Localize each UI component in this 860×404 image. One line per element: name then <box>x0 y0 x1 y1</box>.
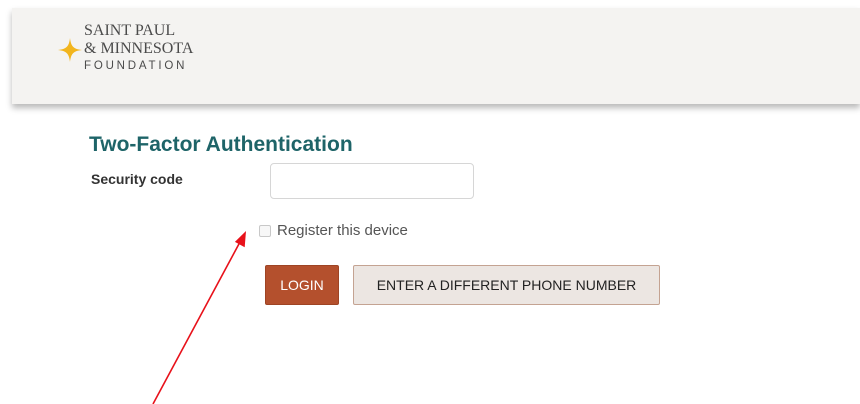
login-button[interactable]: LOGIN <box>265 265 339 305</box>
page: SAINT PAUL & MINNESOTA FOUNDATION Two-Fa… <box>0 0 860 404</box>
page-title: Two-Factor Authentication <box>89 133 353 156</box>
arrow-head <box>234 231 246 248</box>
arrow-shaft <box>152 241 241 404</box>
security-code-input[interactable] <box>270 163 474 199</box>
different-phone-number-button[interactable]: ENTER A DIFFERENT PHONE NUMBER <box>353 265 660 305</box>
register-device-checkbox[interactable] <box>259 224 271 237</box>
logo-line-2: & MINNESOTA <box>84 40 194 57</box>
register-device-label: Register this device <box>277 222 408 239</box>
logo-line-1: SAINT PAUL <box>84 22 176 39</box>
security-code-label: Security code <box>91 171 183 187</box>
register-device-row[interactable]: Register this device <box>259 222 408 239</box>
logo-wordmark: SAINT PAUL & MINNESOTA FOUNDATION <box>84 22 193 74</box>
four-point-star-icon <box>58 38 82 62</box>
site-header: SAINT PAUL & MINNESOTA FOUNDATION <box>12 8 860 104</box>
logo-line-3: FOUNDATION <box>84 60 188 72</box>
